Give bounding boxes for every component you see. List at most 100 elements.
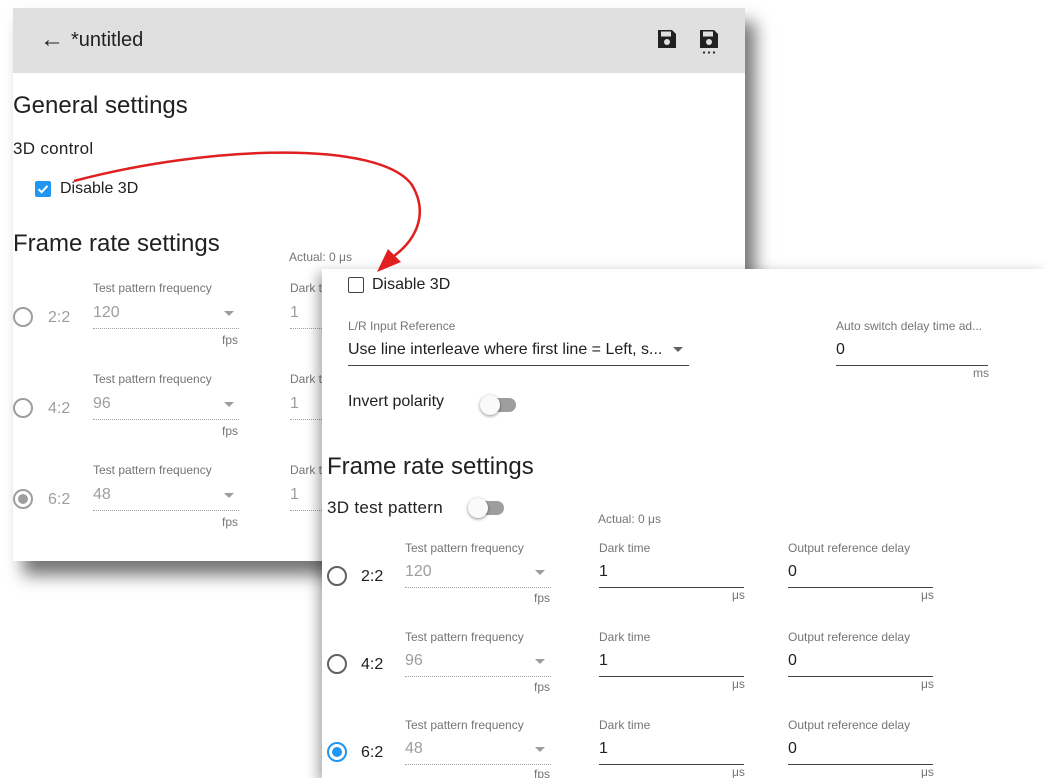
test-pattern-frequency-value[interactable]: 120 [93, 304, 120, 322]
actual-readout: Actual: 0 μs [598, 512, 661, 526]
dark-time-input[interactable]: 1 [599, 740, 608, 758]
mode-4-2-label: 4:2 [361, 656, 384, 673]
field-underline [93, 419, 239, 420]
field-underline [599, 764, 744, 765]
dark-time-label: Dark t [290, 372, 323, 386]
dropdown-caret-icon[interactable] [535, 747, 545, 752]
output-reference-delay-label: Output reference delay [788, 630, 911, 644]
auto-switch-delay-input[interactable]: 0 [836, 341, 845, 359]
mode-2-2-label: 2:2 [361, 568, 384, 585]
field-underline [599, 587, 744, 588]
output-reference-delay-label: Output reference delay [788, 541, 911, 555]
mode-2-2-label: 2:2 [48, 309, 71, 326]
mode-2-2-radio[interactable] [327, 566, 347, 586]
dropdown-caret-icon[interactable] [224, 311, 234, 316]
field-underline [788, 764, 933, 765]
3d-test-pattern-toggle[interactable] [468, 498, 504, 518]
dark-time-label: Dark time [599, 541, 651, 555]
dropdown-caret-icon[interactable] [535, 570, 545, 575]
app-bar: ← *untitled [13, 8, 745, 73]
floppy-disk-more-icon[interactable] [698, 28, 720, 54]
dark-time-label: Dark t [290, 281, 323, 295]
dark-time-label: Dark t [290, 463, 323, 477]
test-pattern-frequency-label: Test pattern frequency [93, 463, 212, 477]
fps-unit: fps [534, 591, 551, 605]
checkmark-icon [37, 185, 49, 194]
document-title: *untitled [71, 29, 144, 51]
dropdown-caret-icon[interactable] [224, 493, 234, 498]
output-reference-delay-input[interactable]: 0 [788, 740, 797, 758]
disable-3d-checkbox[interactable] [35, 181, 51, 197]
mode-6-2-label: 6:2 [48, 491, 71, 508]
field-underline [405, 676, 551, 677]
invert-polarity-toggle[interactable] [480, 395, 516, 415]
disable-3d-checkbox[interactable] [348, 277, 364, 293]
dark-time-input[interactable]: 1 [599, 563, 608, 581]
fps-unit: fps [222, 424, 239, 438]
test-pattern-frequency-value[interactable]: 96 [405, 652, 423, 670]
us-unit: μs [732, 765, 745, 778]
field-underline [788, 587, 933, 588]
test-pattern-frequency-label: Test pattern frequency [93, 281, 212, 295]
frame-rate-settings-heading: Frame rate settings [327, 453, 534, 480]
test-pattern-frequency-label: Test pattern frequency [93, 372, 212, 386]
test-pattern-frequency-value[interactable]: 48 [405, 740, 423, 758]
disable-3d-label: Disable 3D [372, 276, 451, 293]
mode-6-2-radio[interactable] [327, 742, 347, 762]
ms-unit: ms [973, 366, 989, 380]
output-reference-delay-label: Output reference delay [788, 718, 911, 732]
field-underline [93, 328, 239, 329]
arrow-left-icon[interactable]: ← [40, 26, 64, 54]
mode-4-2-radio[interactable] [327, 654, 347, 674]
actual-readout: Actual: 0 μs [289, 250, 352, 264]
us-unit: μs [921, 677, 934, 691]
test-pattern-frequency-label: Test pattern frequency [405, 630, 524, 644]
fps-unit: fps [222, 333, 239, 347]
toggle-thumb [468, 498, 488, 518]
dark-time-value[interactable]: 1 [290, 486, 299, 504]
us-unit: μs [732, 677, 745, 691]
settings-panel-enabled: Disable 3D L/R Input Reference Use line … [322, 269, 1046, 778]
mode-2-2-radio[interactable] [13, 307, 33, 327]
dark-time-value[interactable]: 1 [290, 395, 299, 413]
dark-time-label: Dark time [599, 718, 651, 732]
dark-time-input[interactable]: 1 [599, 652, 608, 670]
us-unit: μs [921, 765, 934, 778]
mode-4-2-radio[interactable] [13, 398, 33, 418]
dropdown-caret-icon[interactable] [535, 659, 545, 664]
test-pattern-frequency-label: Test pattern frequency [405, 718, 524, 732]
test-pattern-frequency-value[interactable]: 120 [405, 563, 432, 581]
dropdown-caret-icon[interactable] [224, 402, 234, 407]
mode-6-2-radio[interactable] [13, 489, 33, 509]
us-unit: μs [921, 588, 934, 602]
us-unit: μs [732, 588, 745, 602]
output-reference-delay-input[interactable]: 0 [788, 652, 797, 670]
fps-unit: fps [534, 767, 551, 778]
test-pattern-frequency-value[interactable]: 96 [93, 395, 111, 413]
frame-rate-settings-heading: Frame rate settings [13, 230, 220, 257]
field-underline [836, 365, 988, 366]
mode-6-2-label: 6:2 [361, 744, 384, 761]
field-underline [348, 365, 689, 366]
toggle-thumb [480, 395, 500, 415]
output-reference-delay-input[interactable]: 0 [788, 563, 797, 581]
fps-unit: fps [222, 515, 239, 529]
fps-unit: fps [534, 680, 551, 694]
dark-time-label: Dark time [599, 630, 651, 644]
field-underline [93, 510, 239, 511]
field-underline [599, 676, 744, 677]
general-settings-heading: General settings [13, 92, 188, 119]
floppy-disk-icon[interactable] [656, 28, 678, 50]
dark-time-value[interactable]: 1 [290, 304, 299, 322]
dropdown-caret-icon[interactable] [673, 347, 683, 352]
field-underline [788, 676, 933, 677]
disable-3d-label: Disable 3D [60, 180, 139, 197]
lr-input-reference-label: L/R Input Reference [348, 319, 456, 333]
3d-control-heading: 3D control [13, 139, 94, 158]
test-pattern-frequency-value[interactable]: 48 [93, 486, 111, 504]
3d-test-pattern-label: 3D test pattern [327, 498, 444, 517]
field-underline [405, 764, 551, 765]
auto-switch-delay-label: Auto switch delay time ad... [836, 319, 983, 333]
invert-polarity-label: Invert polarity [348, 393, 445, 410]
lr-input-reference-select[interactable]: Use line interleave where first line = L… [348, 341, 662, 359]
